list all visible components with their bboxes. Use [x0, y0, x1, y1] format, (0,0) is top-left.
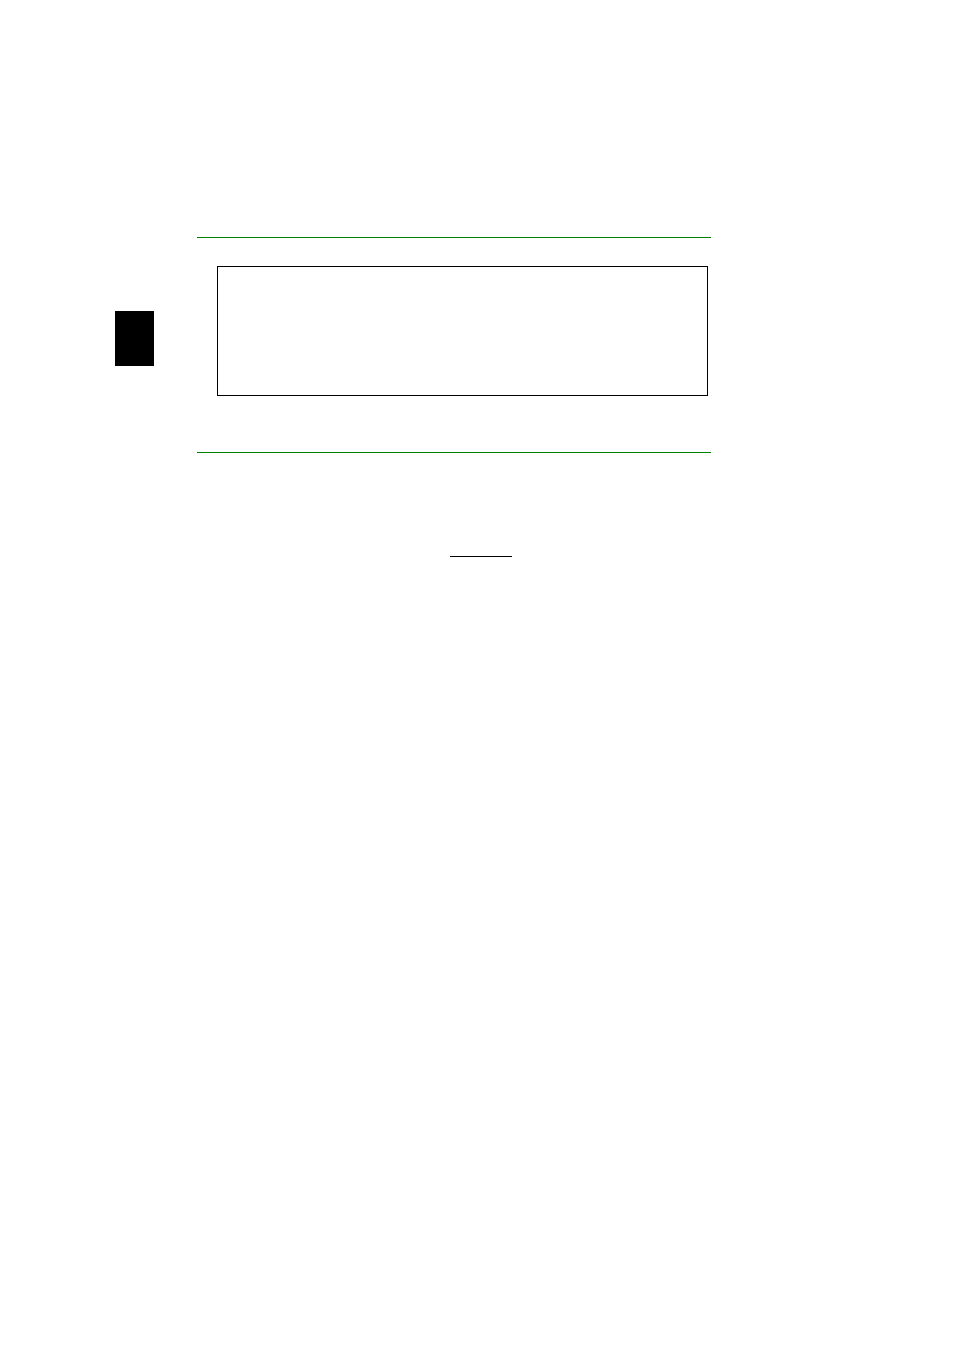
callout-box: [217, 266, 708, 396]
page: [0, 0, 954, 1351]
side-tab: [115, 311, 154, 366]
underline-bar: [450, 556, 512, 557]
top-divider: [197, 237, 711, 238]
bottom-divider: [197, 452, 711, 453]
